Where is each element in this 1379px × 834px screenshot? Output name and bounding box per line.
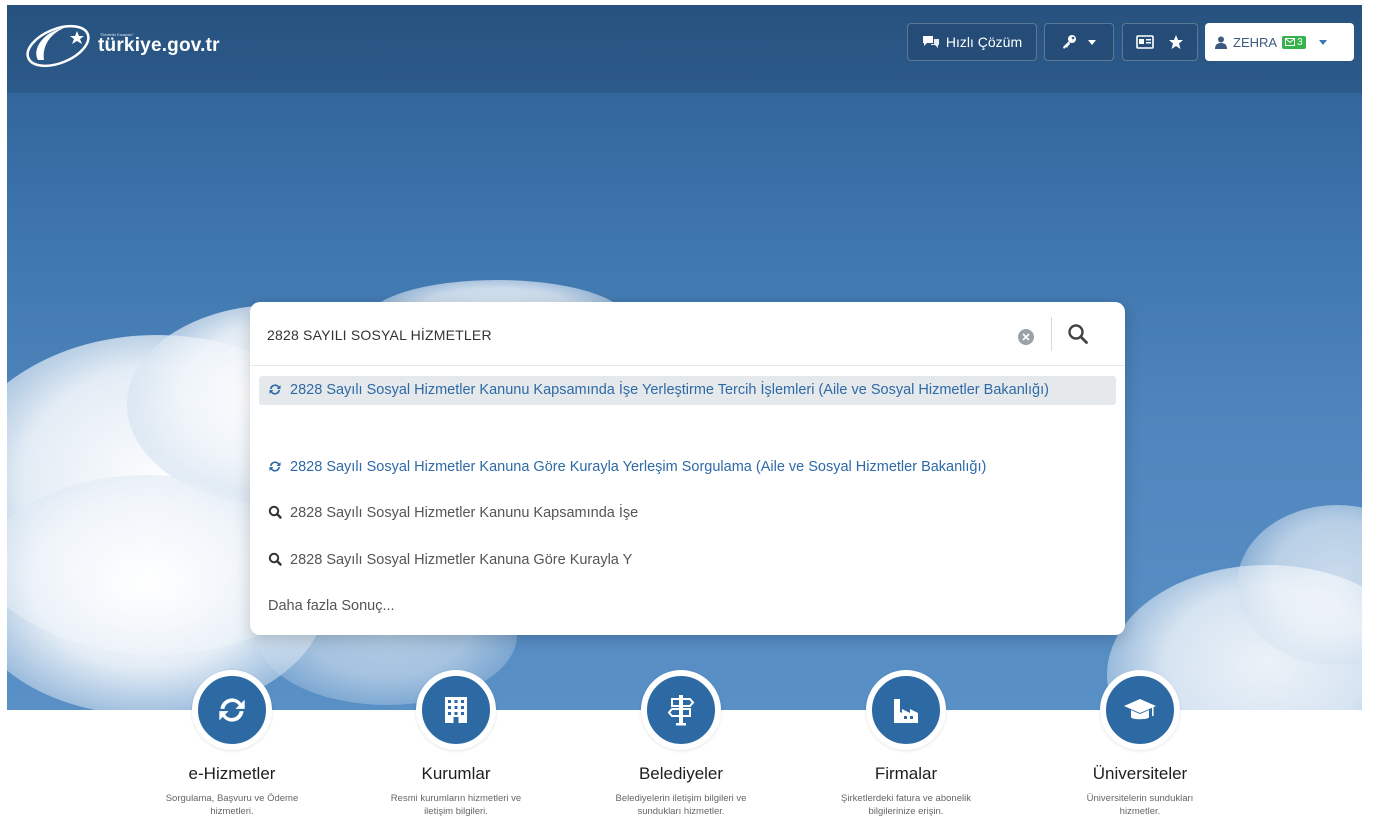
category-description: Sorgulama, Başvuru ve Ödeme hizmetleri. [165,793,299,817]
category-firmalar[interactable]: Firmalar Şirketlerdeki fatura ve aboneli… [814,670,998,818]
category-icon-circle[interactable] [866,670,946,750]
signpost-icon [667,695,695,726]
category-description: Üniversitelerin sundukları hizmetler. [1086,793,1194,817]
id-card-icon [1136,35,1154,49]
search-suggestion[interactable]: 2828 Sayılı Sosyal Hizmetler Kanuna Göre… [259,453,1116,482]
category-title: Firmalar [874,764,938,783]
quick-solution-button[interactable]: Hızlı Çözüm [907,23,1037,61]
shortcuts-button[interactable] [1122,23,1198,61]
category-icon-circle[interactable] [1100,670,1180,750]
category-icon-circle[interactable] [641,670,721,750]
graduation-cap-icon [1124,699,1156,720]
key-icon [1063,35,1076,49]
search-icon [1068,324,1088,344]
search-icon [268,552,282,566]
caret-down-icon [1318,40,1327,45]
logo-tagline: "Devletin Kısayolu" [100,32,134,37]
close-icon [1022,333,1030,341]
search-suggestion[interactable]: 2828 Sayılı Sosyal Hizmetler Kanunu Kaps… [259,376,1116,405]
envelope-icon [1285,38,1296,46]
chat-bubbles-icon [922,36,939,48]
suggestion-text: 2828 Sayılı Sosyal Hizmetler Kanunu Kaps… [290,505,639,521]
suggestion-text: 2828 Sayılı Sosyal Hizmetler Kanunu Kaps… [290,382,1049,398]
quick-solution-label: Hızlı Çözüm [945,34,1023,50]
logo-text: türkiye.gov.tr [98,35,220,56]
category-description: Şirketlerdeki fatura ve abonelik bilgile… [841,793,971,817]
category-universiteler[interactable]: Üniversiteler Üniversitelerin sundukları… [1048,670,1232,818]
user-menu-button[interactable]: ZEHRA 3 [1205,23,1354,61]
mail-count: 3 [1297,36,1303,48]
refresh-icon [219,698,245,722]
star-icon[interactable] [1168,34,1184,50]
category-description: Belediyelerin iletişim bilgileri ve sund… [615,793,747,817]
search-icon [268,505,282,519]
site-logo[interactable]: türkiye.gov.tr [24,20,220,72]
page: türkiye.gov.tr "Devletin Kısayolu" Hızlı… [0,0,1379,834]
search-input[interactable] [267,322,987,348]
category-kurumlar[interactable]: Kurumlar Resmi kurumların hizmetleri ve … [364,670,548,818]
search-button[interactable] [1067,323,1091,347]
category-description: Resmi kurumların hizmetleri ve iletişim … [390,793,522,817]
category-icon-circle[interactable] [192,670,272,750]
category-title: Üniversiteler [1092,764,1188,783]
search-suggestion[interactable]: 2828 Sayılı Sosyal Hizmetler Kanunu Kaps… [259,499,1116,528]
factory-icon [894,699,918,723]
caret-down-icon [1088,40,1096,45]
search-bar [250,302,1125,366]
category-belediyeler[interactable]: Belediyeler Belediyelerin iletişim bilgi… [589,670,773,818]
category-e-hizmetler[interactable]: e-Hizmetler Sorgulama, Başvuru ve Ödeme … [140,670,324,818]
user-name: ZEHRA [1233,34,1278,50]
category-title: e-Hizmetler [188,764,276,783]
logo-crescent-icon [26,24,90,68]
search-suggestion[interactable]: 2828 Sayılı Sosyal Hizmetler Kanuna Göre… [259,546,1116,575]
category-title: Belediyeler [638,764,724,783]
building-icon [445,697,467,723]
suggestion-text: 2828 Sayılı Sosyal Hizmetler Kanuna Göre… [290,552,633,568]
more-results-link[interactable]: Daha fazla Sonuç... [259,592,1116,621]
suggestion-text: 2828 Sayılı Sosyal Hizmetler Kanuna Göre… [290,459,987,475]
user-icon [1215,36,1227,49]
category-title: Kurumlar [421,764,491,783]
category-icon-circle[interactable] [416,670,496,750]
mail-badge[interactable]: 3 [1282,35,1306,49]
clear-search-button[interactable] [1018,329,1034,345]
login-options-button[interactable] [1044,23,1114,61]
more-results-label: Daha fazla Sonuç... [268,598,395,614]
search-divider [1051,317,1052,351]
refresh-icon [269,461,281,472]
refresh-icon [269,384,281,395]
search-panel: 2828 Sayılı Sosyal Hizmetler Kanunu Kaps… [250,302,1125,635]
